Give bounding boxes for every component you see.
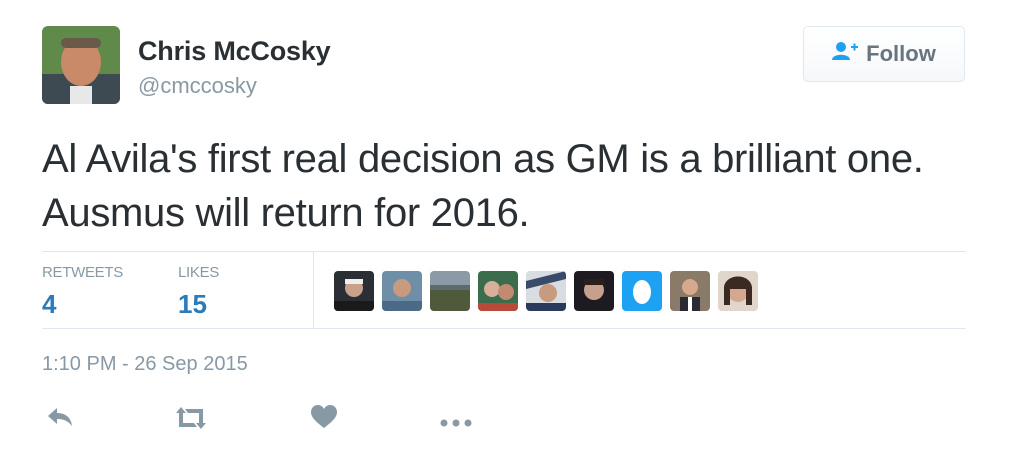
likes-label: LIKES bbox=[178, 264, 220, 281]
retweets-stat[interactable]: RETWEETS 4 bbox=[42, 264, 123, 320]
likes-count: 15 bbox=[178, 289, 207, 319]
retweets-label: RETWEETS bbox=[42, 264, 123, 281]
likes-stat[interactable]: LIKES 15 bbox=[178, 264, 219, 320]
author-avatar[interactable] bbox=[42, 26, 120, 104]
stats-divider bbox=[313, 252, 314, 328]
liker-avatars bbox=[334, 271, 758, 311]
liker-avatar[interactable] bbox=[574, 271, 614, 311]
liker-avatar[interactable] bbox=[526, 271, 566, 311]
liker-avatar[interactable] bbox=[670, 271, 710, 311]
add-user-icon bbox=[832, 41, 859, 67]
reply-icon[interactable] bbox=[46, 405, 74, 434]
more-icon[interactable] bbox=[440, 414, 472, 432]
divider-top bbox=[42, 251, 966, 252]
like-icon[interactable] bbox=[311, 405, 337, 434]
liker-avatar[interactable] bbox=[382, 271, 422, 311]
author-name[interactable]: Chris McCosky bbox=[138, 36, 331, 67]
liker-avatar[interactable] bbox=[478, 271, 518, 311]
retweet-icon[interactable] bbox=[174, 405, 208, 436]
liker-avatar[interactable] bbox=[622, 271, 662, 311]
follow-button[interactable]: Follow bbox=[803, 26, 965, 82]
author-handle[interactable]: @cmccosky bbox=[138, 73, 257, 99]
divider-bottom bbox=[42, 328, 966, 329]
liker-avatar[interactable] bbox=[430, 271, 470, 311]
follow-button-label: Follow bbox=[866, 41, 936, 66]
tweet-timestamp[interactable]: 1:10 PM - 26 Sep 2015 bbox=[42, 353, 248, 376]
tweet-text: Al Avila's first real decision as GM is … bbox=[42, 137, 924, 235]
liker-avatar[interactable] bbox=[718, 271, 758, 311]
liker-avatar[interactable] bbox=[334, 271, 374, 311]
retweets-count: 4 bbox=[42, 289, 57, 319]
